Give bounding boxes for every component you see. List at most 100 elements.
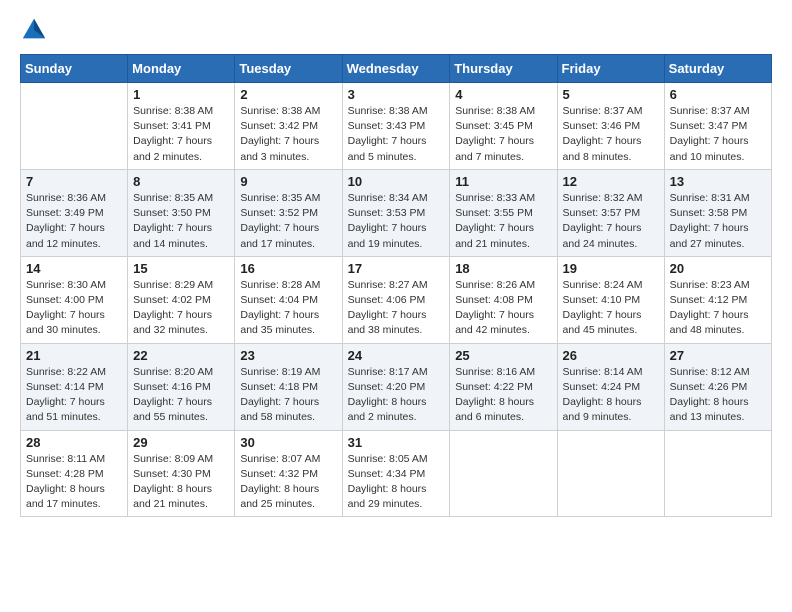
day-info: Sunrise: 8:33 AMSunset: 3:55 PMDaylight:… <box>455 191 551 252</box>
day-number: 24 <box>348 348 445 363</box>
day-number: 19 <box>563 261 659 276</box>
day-info: Sunrise: 8:14 AMSunset: 4:24 PMDaylight:… <box>563 365 659 426</box>
calendar-cell: 14 Sunrise: 8:30 AMSunset: 4:00 PMDayligh… <box>21 256 128 343</box>
day-info: Sunrise: 8:17 AMSunset: 4:20 PMDaylight:… <box>348 365 445 426</box>
calendar-cell: 27 Sunrise: 8:12 AMSunset: 4:26 PMDayligh… <box>664 343 771 430</box>
calendar-week-4: 21 Sunrise: 8:22 AMSunset: 4:14 PMDayligh… <box>21 343 772 430</box>
calendar-cell: 25Sunrise: 8:16 AMSunset: 4:22 PMDayligh… <box>450 343 557 430</box>
day-info: Sunrise: 8:20 AMSunset: 4:16 PMDaylight:… <box>133 365 229 426</box>
day-info: Sunrise: 8:26 AMSunset: 4:08 PMDaylight:… <box>455 278 551 339</box>
calendar-cell: 18 Sunrise: 8:26 AMSunset: 4:08 PMDayligh… <box>450 256 557 343</box>
day-info: Sunrise: 8:35 AMSunset: 3:50 PMDaylight:… <box>133 191 229 252</box>
calendar-cell: 9 Sunrise: 8:35 AMSunset: 3:52 PMDaylight… <box>235 169 342 256</box>
header <box>20 16 772 44</box>
day-info: Sunrise: 8:24 AMSunset: 4:10 PMDaylight:… <box>563 278 659 339</box>
day-number: 17 <box>348 261 445 276</box>
weekday-header-friday: Friday <box>557 55 664 83</box>
day-number: 10 <box>348 174 445 189</box>
day-info: Sunrise: 8:31 AMSunset: 3:58 PMDaylight:… <box>670 191 766 252</box>
calendar-cell: 6 Sunrise: 8:37 AMSunset: 3:47 PMDaylight… <box>664 83 771 170</box>
day-number: 27 <box>670 348 766 363</box>
calendar-cell: 2 Sunrise: 8:38 AMSunset: 3:42 PMDaylight… <box>235 83 342 170</box>
day-number: 2 <box>240 87 336 102</box>
day-number: 1 <box>133 87 229 102</box>
day-info: Sunrise: 8:22 AMSunset: 4:14 PMDaylight:… <box>26 365 122 426</box>
calendar-cell: 7Sunrise: 8:36 AMSunset: 3:49 PMDaylight… <box>21 169 128 256</box>
day-number: 31 <box>348 435 445 450</box>
calendar-container: SundayMondayTuesdayWednesdayThursdayFrid… <box>0 0 792 527</box>
day-info: Sunrise: 8:28 AMSunset: 4:04 PMDaylight:… <box>240 278 336 339</box>
calendar-table: SundayMondayTuesdayWednesdayThursdayFrid… <box>20 54 772 517</box>
day-number: 20 <box>670 261 766 276</box>
weekday-header-thursday: Thursday <box>450 55 557 83</box>
day-number: 26 <box>563 348 659 363</box>
day-info: Sunrise: 8:38 AMSunset: 3:45 PMDaylight:… <box>455 104 551 165</box>
calendar-cell: 19 Sunrise: 8:24 AMSunset: 4:10 PMDayligh… <box>557 256 664 343</box>
calendar-cell <box>450 430 557 517</box>
day-info: Sunrise: 8:16 AMSunset: 4:22 PMDaylight:… <box>455 365 551 426</box>
calendar-header-row: SundayMondayTuesdayWednesdayThursdayFrid… <box>21 55 772 83</box>
weekday-header-saturday: Saturday <box>664 55 771 83</box>
calendar-cell: 24 Sunrise: 8:17 AMSunset: 4:20 PMDayligh… <box>342 343 450 430</box>
day-info: Sunrise: 8:23 AMSunset: 4:12 PMDaylight:… <box>670 278 766 339</box>
day-info: Sunrise: 8:35 AMSunset: 3:52 PMDaylight:… <box>240 191 336 252</box>
day-number: 9 <box>240 174 336 189</box>
day-info: Sunrise: 8:34 AMSunset: 3:53 PMDaylight:… <box>348 191 445 252</box>
weekday-header-tuesday: Tuesday <box>235 55 342 83</box>
day-number: 12 <box>563 174 659 189</box>
day-info: Sunrise: 8:09 AMSunset: 4:30 PMDaylight:… <box>133 452 229 513</box>
calendar-cell: 8 Sunrise: 8:35 AMSunset: 3:50 PMDaylight… <box>128 169 235 256</box>
day-info: Sunrise: 8:11 AMSunset: 4:28 PMDaylight:… <box>26 452 122 513</box>
day-info: Sunrise: 8:12 AMSunset: 4:26 PMDaylight:… <box>670 365 766 426</box>
calendar-cell: 4Sunrise: 8:38 AMSunset: 3:45 PMDaylight… <box>450 83 557 170</box>
day-info: Sunrise: 8:38 AMSunset: 3:42 PMDaylight:… <box>240 104 336 165</box>
calendar-week-3: 14 Sunrise: 8:30 AMSunset: 4:00 PMDayligh… <box>21 256 772 343</box>
weekday-header-wednesday: Wednesday <box>342 55 450 83</box>
day-info: Sunrise: 8:37 AMSunset: 3:47 PMDaylight:… <box>670 104 766 165</box>
calendar-cell: 3 Sunrise: 8:38 AMSunset: 3:43 PMDaylight… <box>342 83 450 170</box>
calendar-cell: 15Sunrise: 8:29 AMSunset: 4:02 PMDayligh… <box>128 256 235 343</box>
day-number: 3 <box>348 87 445 102</box>
day-number: 18 <box>455 261 551 276</box>
day-number: 7 <box>26 174 122 189</box>
day-number: 11 <box>455 174 551 189</box>
day-number: 28 <box>26 435 122 450</box>
calendar-cell <box>21 83 128 170</box>
day-info: Sunrise: 8:32 AMSunset: 3:57 PMDaylight:… <box>563 191 659 252</box>
day-info: Sunrise: 8:38 AMSunset: 3:41 PMDaylight:… <box>133 104 229 165</box>
day-info: Sunrise: 8:37 AMSunset: 3:46 PMDaylight:… <box>563 104 659 165</box>
day-info: Sunrise: 8:19 AMSunset: 4:18 PMDaylight:… <box>240 365 336 426</box>
weekday-header-monday: Monday <box>128 55 235 83</box>
day-number: 21 <box>26 348 122 363</box>
day-number: 6 <box>670 87 766 102</box>
calendar-cell: 30 Sunrise: 8:07 AMSunset: 4:32 PMDayligh… <box>235 430 342 517</box>
day-number: 14 <box>26 261 122 276</box>
day-info: Sunrise: 8:38 AMSunset: 3:43 PMDaylight:… <box>348 104 445 165</box>
calendar-cell: 5Sunrise: 8:37 AMSunset: 3:46 PMDaylight… <box>557 83 664 170</box>
calendar-cell: 28 Sunrise: 8:11 AMSunset: 4:28 PMDayligh… <box>21 430 128 517</box>
calendar-week-1: 1 Sunrise: 8:38 AMSunset: 3:41 PMDaylight… <box>21 83 772 170</box>
calendar-cell <box>664 430 771 517</box>
calendar-week-2: 7Sunrise: 8:36 AMSunset: 3:49 PMDaylight… <box>21 169 772 256</box>
day-info: Sunrise: 8:07 AMSunset: 4:32 PMDaylight:… <box>240 452 336 513</box>
day-number: 22 <box>133 348 229 363</box>
day-number: 29 <box>133 435 229 450</box>
day-number: 8 <box>133 174 229 189</box>
day-number: 15 <box>133 261 229 276</box>
day-info: Sunrise: 8:05 AMSunset: 4:34 PMDaylight:… <box>348 452 445 513</box>
calendar-cell: 16 Sunrise: 8:28 AMSunset: 4:04 PMDayligh… <box>235 256 342 343</box>
calendar-cell: 20 Sunrise: 8:23 AMSunset: 4:12 PMDayligh… <box>664 256 771 343</box>
calendar-cell: 22 Sunrise: 8:20 AMSunset: 4:16 PMDayligh… <box>128 343 235 430</box>
day-number: 30 <box>240 435 336 450</box>
calendar-cell: 1 Sunrise: 8:38 AMSunset: 3:41 PMDaylight… <box>128 83 235 170</box>
day-info: Sunrise: 8:30 AMSunset: 4:00 PMDaylight:… <box>26 278 122 339</box>
day-info: Sunrise: 8:27 AMSunset: 4:06 PMDaylight:… <box>348 278 445 339</box>
weekday-header-sunday: Sunday <box>21 55 128 83</box>
calendar-cell: 21 Sunrise: 8:22 AMSunset: 4:14 PMDayligh… <box>21 343 128 430</box>
calendar-week-5: 28 Sunrise: 8:11 AMSunset: 4:28 PMDayligh… <box>21 430 772 517</box>
day-number: 23 <box>240 348 336 363</box>
day-number: 13 <box>670 174 766 189</box>
day-number: 16 <box>240 261 336 276</box>
logo <box>20 16 52 44</box>
calendar-cell <box>557 430 664 517</box>
